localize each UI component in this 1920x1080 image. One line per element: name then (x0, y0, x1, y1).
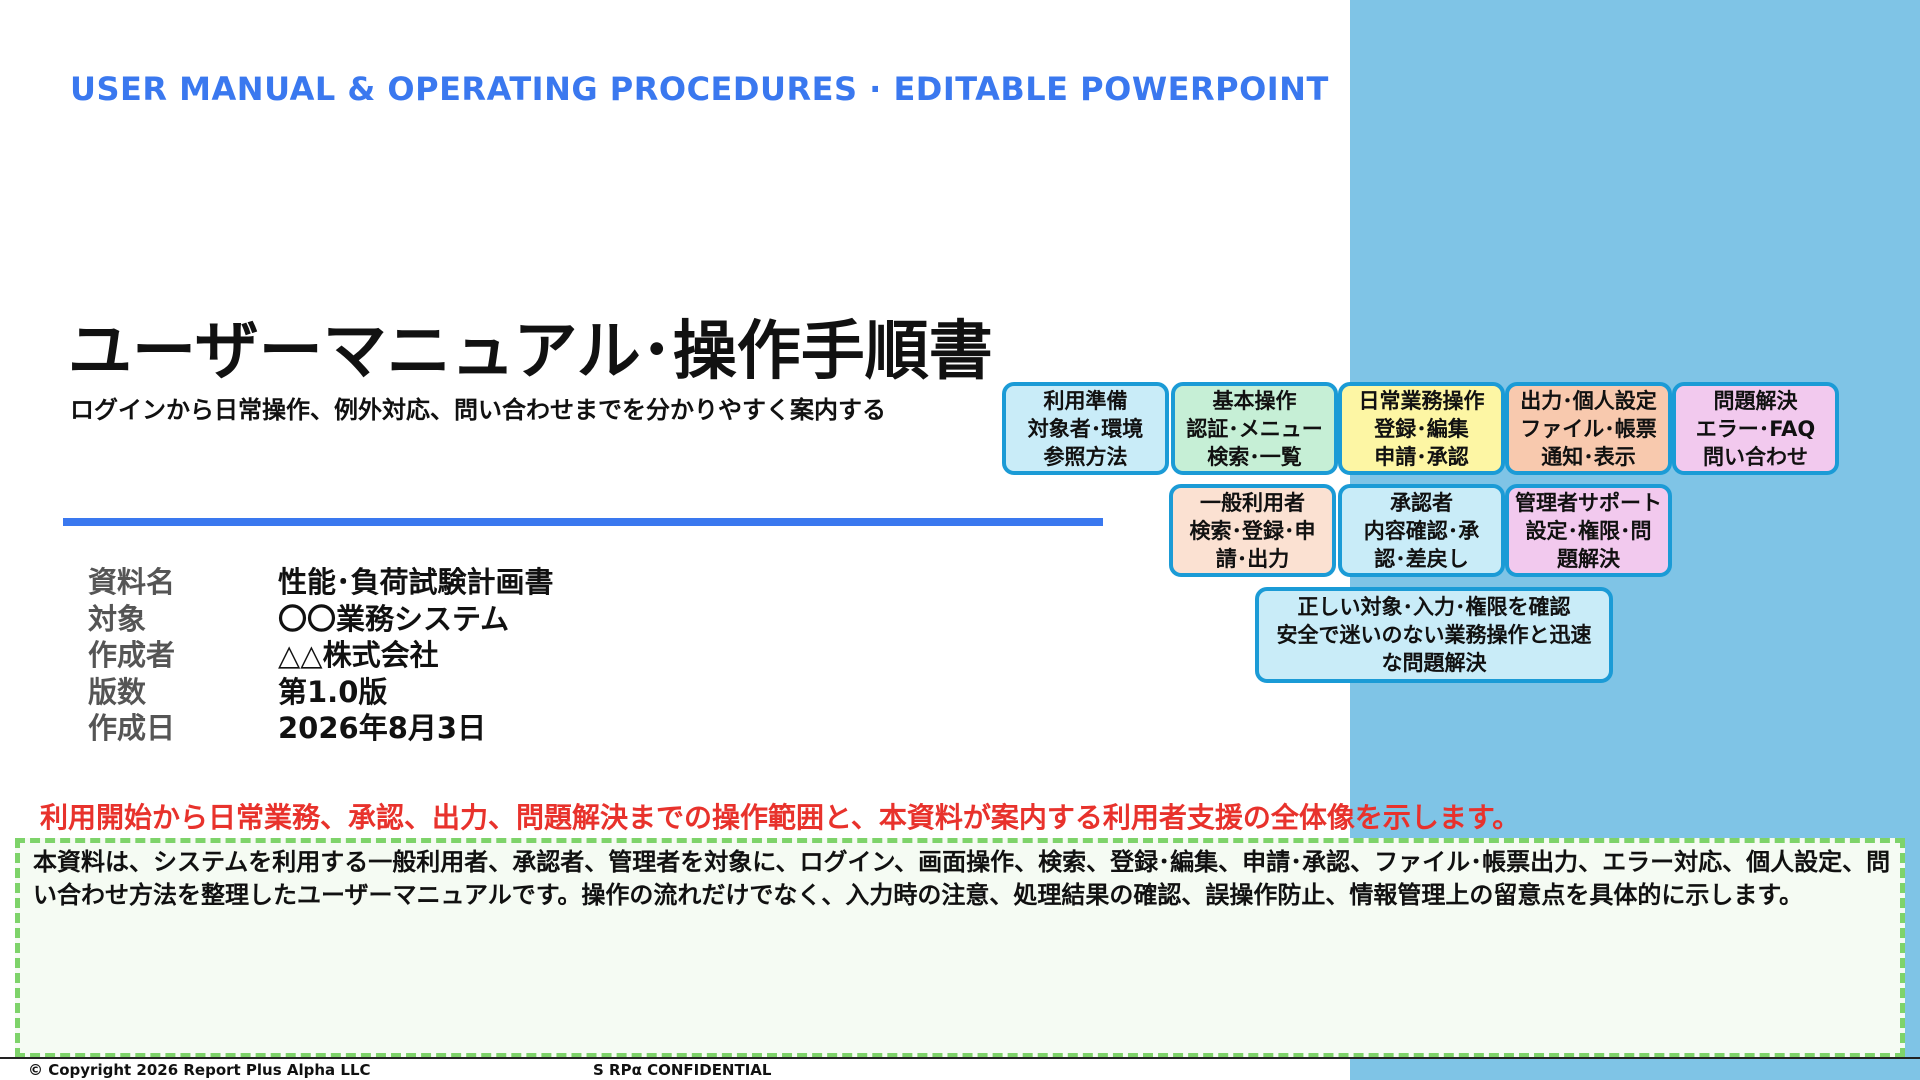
meta-label: 作成日 (88, 711, 176, 745)
box-line: 認証･メニュー (1186, 416, 1323, 441)
document-meta: 資料名 性能･負荷試験計画書 対象 〇〇業務システム 作成者 △△株式会社 版数… (88, 564, 554, 747)
meta-label: 作成者 (88, 638, 176, 672)
diagram-box-output-settings: 出力･個人設定 ファイル･帳票 通知･表示 (1505, 382, 1672, 475)
meta-row-version: 版数 第1.0版 (88, 674, 554, 711)
box-line: 対象者･環境 (1027, 416, 1144, 441)
copyright-text: © Copyright 2026 Report Plus Alpha LLC (28, 1061, 371, 1079)
header-label: USER MANUAL & OPERATING PROCEDURES · EDI… (70, 70, 1329, 108)
title-divider (63, 518, 1103, 526)
diagram-box-basic-operation: 基本操作 認証･メニュー 検索･一覧 (1171, 382, 1338, 475)
box-line: な問題解決 (1381, 651, 1487, 675)
box-line: 参照方法 (1043, 444, 1128, 469)
box-line: 一般利用者 (1200, 490, 1305, 515)
box-line: 正しい対象･入力･権限を確認 (1297, 595, 1571, 619)
confidential-label: S RPα CONFIDENTIAL (593, 1061, 772, 1079)
diagram-box-problem-solving: 問題解決 エラー･FAQ 問い合わせ (1672, 382, 1839, 475)
box-line: 請･出力 (1215, 546, 1290, 571)
box-line: 出力･個人設定 (1520, 388, 1657, 413)
diagram-box-general-user: 一般利用者 検索･登録･申 請･出力 (1169, 484, 1336, 577)
box-line: 設定･権限･問 (1525, 518, 1652, 543)
footer-divider (0, 1057, 1920, 1059)
diagram-box-goal: 正しい対象･入力･権限を確認 安全で迷いのない業務操作と迅速 な問題解決 (1255, 587, 1613, 683)
meta-row-created-date: 作成日 2026年8月3日 (88, 710, 554, 747)
meta-label: 対象 (88, 601, 147, 636)
box-line: 利用準備 (1043, 388, 1128, 413)
page-subtitle: ログインから日常操作、例外対応、問い合わせまでを分かりやすく案内する (70, 396, 886, 424)
meta-value: 性能･負荷試験計画書 (278, 565, 554, 599)
meta-label: 資料名 (88, 565, 176, 599)
meta-value: 第1.0版 (278, 674, 388, 709)
box-line: 基本操作 (1212, 388, 1297, 413)
meta-row-author: 作成者 △△株式会社 (88, 637, 554, 674)
summary-body: 本資料は、システムを利用する一般利用者、承認者、管理者を対象に、ログイン、画面操… (33, 848, 1891, 909)
box-line: エラー･FAQ (1695, 416, 1816, 441)
box-line: 検索･一覧 (1207, 444, 1302, 469)
meta-value: 〇〇業務システム (278, 601, 510, 636)
box-line: 通知･表示 (1541, 444, 1636, 469)
box-line: 承認者 (1390, 490, 1453, 515)
diagram-box-admin-support: 管理者サポート 設定･権限･問 題解決 (1505, 484, 1672, 577)
box-line: 認･差戻し (1374, 546, 1469, 571)
box-line: 題解決 (1557, 546, 1620, 571)
box-line: 申請･承認 (1374, 444, 1469, 469)
meta-label: 版数 (88, 674, 147, 709)
summary-headline: 利用開始から日常業務、承認、出力、問題解決までの操作範囲と、本資料が案内する利用… (40, 801, 1521, 834)
meta-row-doc-name: 資料名 性能･負荷試験計画書 (88, 564, 554, 601)
box-line: 登録･編集 (1374, 416, 1469, 441)
box-line: 日常業務操作 (1358, 388, 1485, 413)
box-line: 内容確認･承 (1363, 518, 1480, 543)
meta-value: △△株式会社 (278, 638, 439, 672)
diagram-box-daily-operation: 日常業務操作 登録･編集 申請･承認 (1338, 382, 1505, 475)
diagram-box-preparation: 利用準備 対象者･環境 参照方法 (1002, 382, 1169, 475)
box-line: 管理者サポート (1515, 490, 1662, 515)
meta-row-target: 対象 〇〇業務システム (88, 601, 554, 638)
box-line: ファイル･帳票 (1520, 416, 1657, 441)
diagram-box-approver: 承認者 内容確認･承 認･差戻し (1338, 484, 1505, 577)
box-line: 安全で迷いのない業務操作と迅速 (1276, 623, 1592, 647)
meta-value: 2026年8月3日 (278, 711, 487, 745)
box-line: 問題解決 (1713, 388, 1798, 413)
box-line: 問い合わせ (1703, 444, 1808, 469)
page-title: ユーザーマニュアル･操作手順書 (68, 315, 993, 389)
box-line: 検索･登録･申 (1189, 518, 1316, 543)
